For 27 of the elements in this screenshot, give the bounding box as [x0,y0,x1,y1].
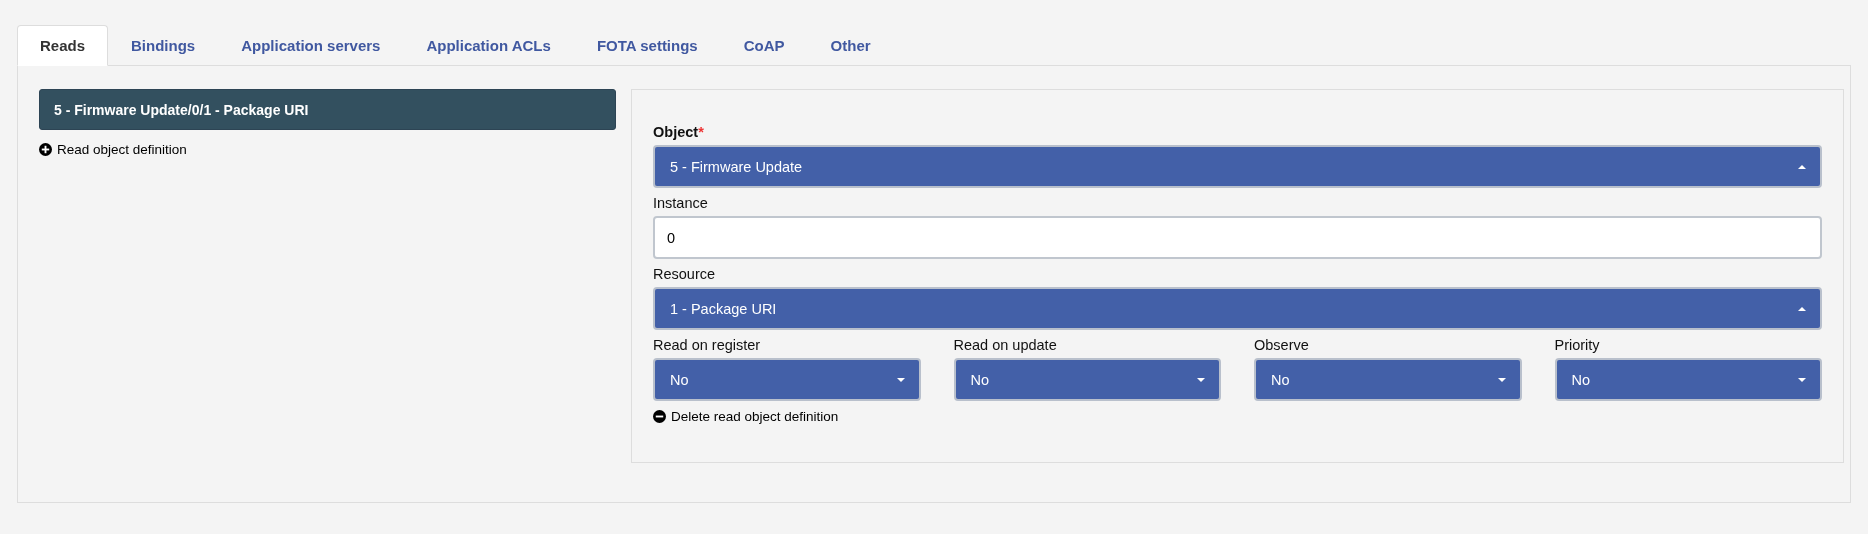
field-label: Object [653,124,699,140]
tab[interactable]: Application ACLs [403,25,574,66]
tab[interactable]: Other [807,25,894,66]
tab[interactable]: Bindings [108,25,219,66]
option-select[interactable]: No [653,358,921,401]
instance-field[interactable]: 0 [653,216,1822,259]
add-read-link[interactable]: Read object definition [39,142,187,157]
tab[interactable]: CoAP [720,25,808,66]
tab[interactable]: Application servers [218,25,404,66]
field-label: Priority [1554,337,1600,353]
field-label: Read on register [653,337,761,353]
required-mark: * [698,124,704,140]
read-list-item[interactable]: 5 - Firmware Update/0/1 - Package URI [39,89,616,130]
minus-circle-icon [653,410,666,423]
tab[interactable]: FOTA settings [573,25,721,66]
plus-circle-icon [39,143,52,156]
field-label: Observe [1254,337,1309,353]
object-select[interactable]: 5 - Firmware Update [653,145,1822,188]
option-select[interactable]: No [1254,358,1522,401]
field-label: Read on update [953,337,1057,353]
option-select[interactable]: No [1554,358,1822,401]
tab[interactable]: Reads [17,25,109,66]
delete-read-link[interactable]: Delete read object definition [653,409,839,424]
field-label: Instance [653,195,708,211]
resource-select[interactable]: 1 - Package URI [653,287,1822,330]
option-select[interactable]: No [953,358,1221,401]
field-label: Resource [653,266,716,282]
